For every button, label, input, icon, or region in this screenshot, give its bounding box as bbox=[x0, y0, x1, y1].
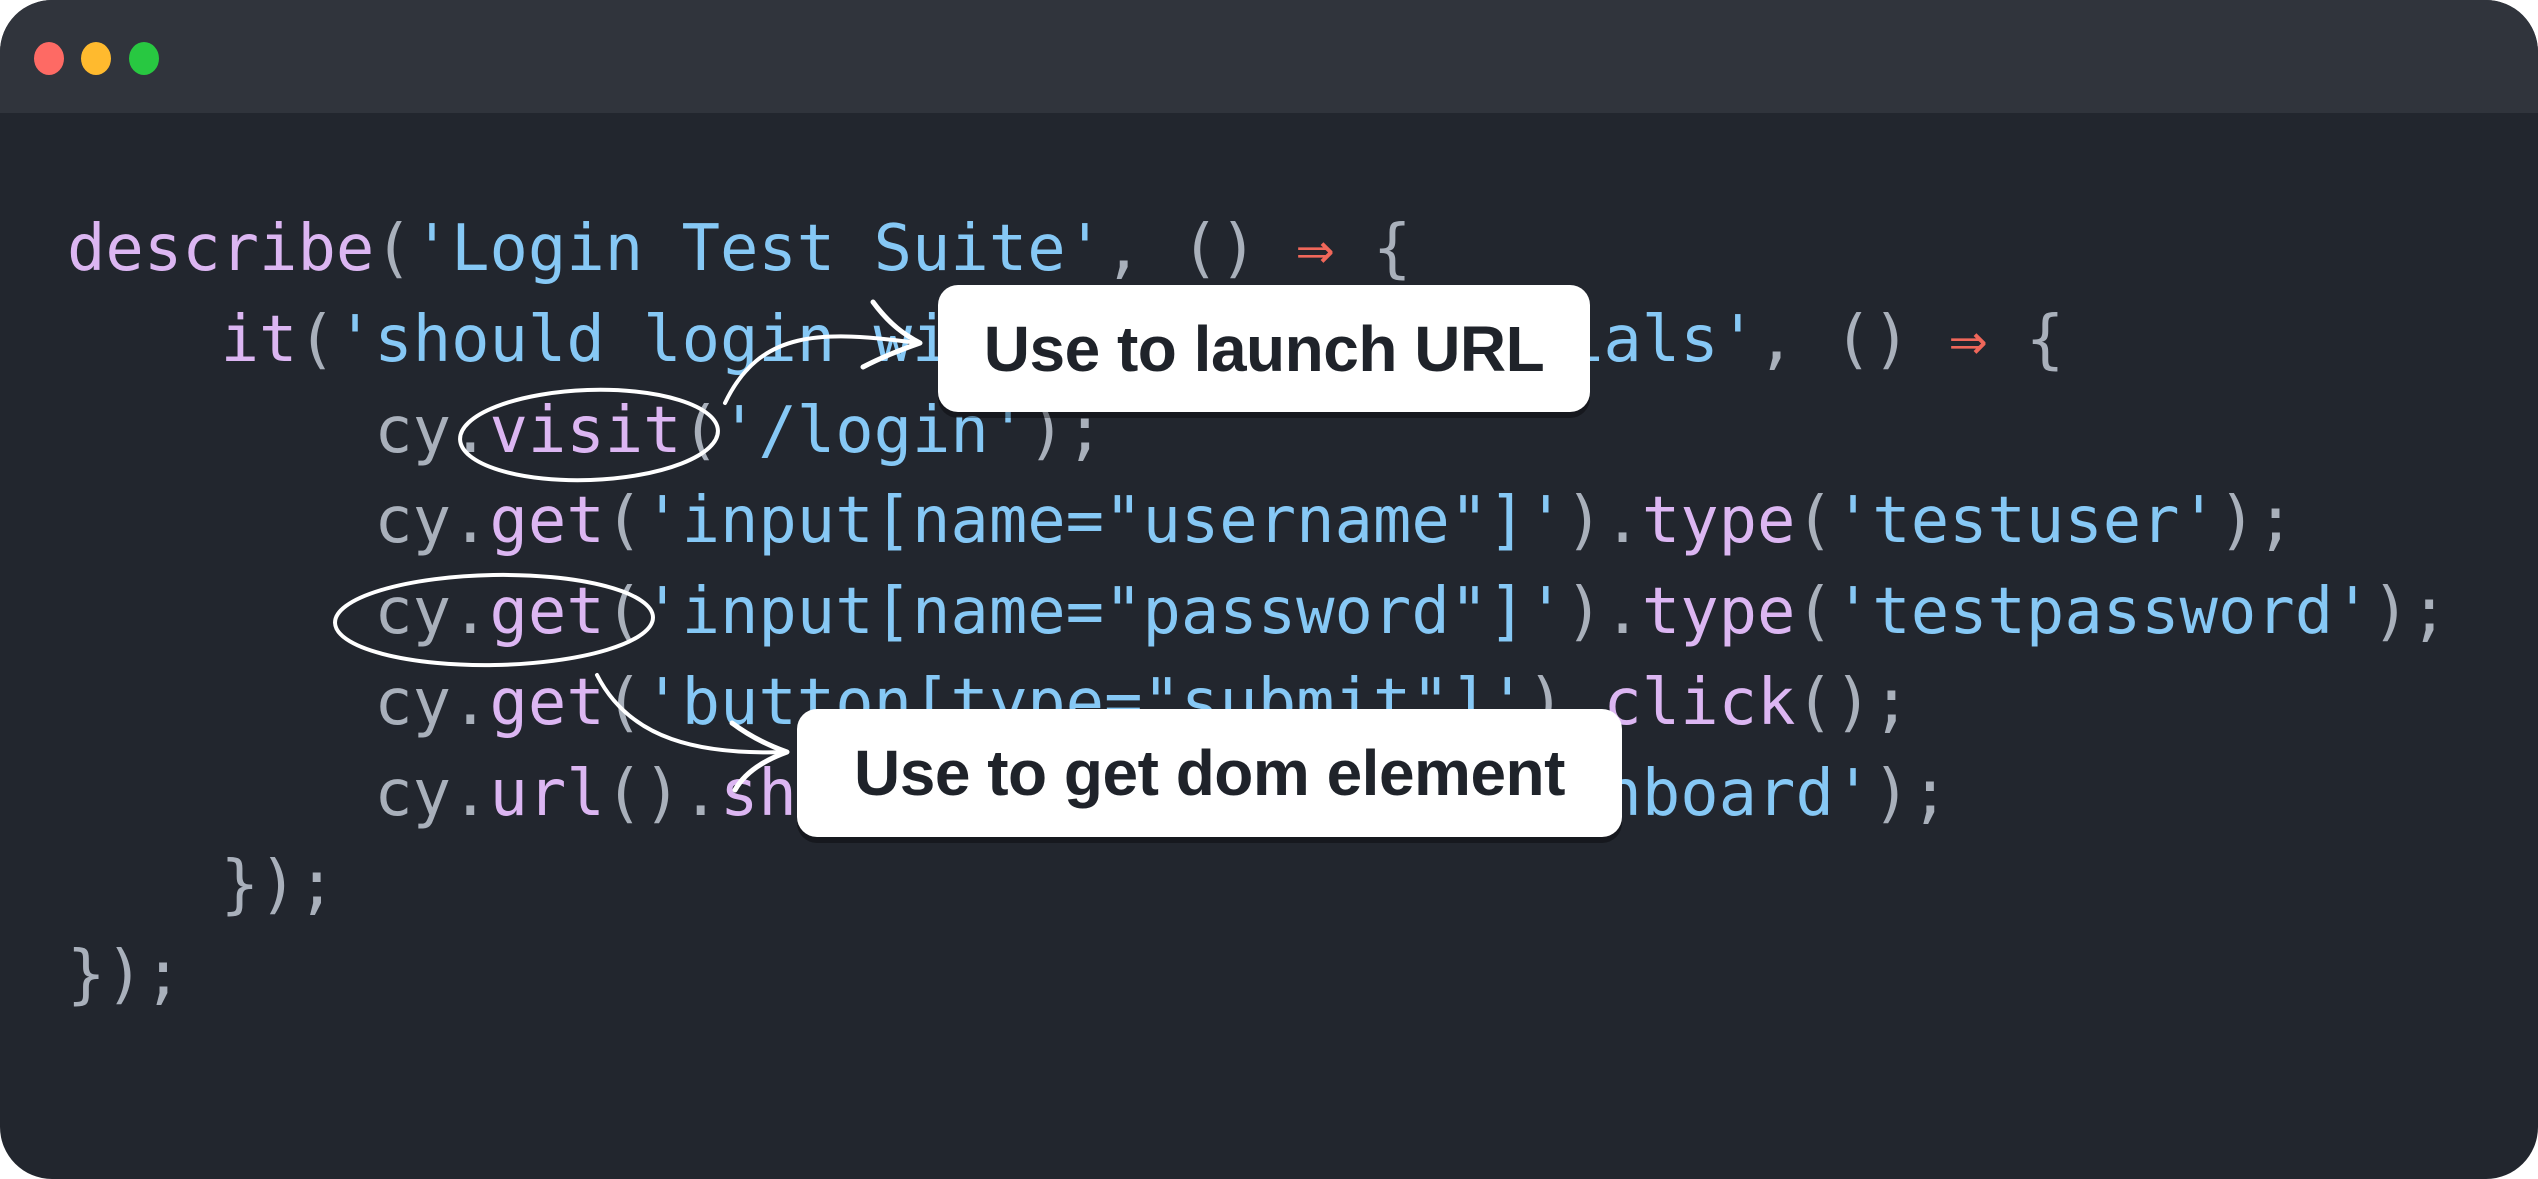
launch-url-callout: Use to launch URL bbox=[938, 285, 1590, 412]
launch-url-callout-label: Use to launch URL bbox=[983, 312, 1545, 385]
get-element-callout-label: Use to get dom element bbox=[854, 737, 1565, 809]
visit-arrow-head bbox=[860, 299, 923, 370]
annotation-layer: Use to launch URL Use to get dom element bbox=[0, 0, 2538, 1179]
visit-arrow-curve bbox=[723, 334, 920, 405]
get-arrow-head bbox=[729, 720, 790, 793]
code-window: describe('Login Test Suite', () ⇒ { it('… bbox=[0, 0, 2538, 1179]
visit-highlight-ellipse bbox=[458, 387, 720, 483]
get-highlight-ellipse bbox=[333, 572, 655, 668]
annotation-strokes bbox=[333, 299, 923, 793]
get-element-callout: Use to get dom element bbox=[797, 709, 1622, 837]
